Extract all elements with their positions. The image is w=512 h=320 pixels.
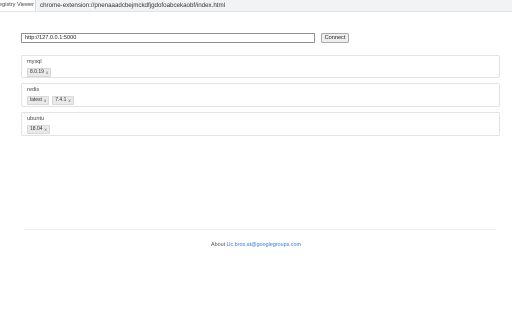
tag-label: latest [30, 97, 42, 103]
remove-tag-icon[interactable]: x [44, 97, 46, 104]
registry-viewer-page: egistry Viewer chrome-extension://pnenaa… [0, 0, 512, 320]
tag-chip[interactable]: 7.4.1 x [52, 96, 74, 105]
tag-label: 7.4.1 [55, 97, 67, 103]
tag-list: 8.0.19 x [27, 68, 52, 77]
tag-chip[interactable]: 8.0.19 x [27, 68, 52, 77]
tag-chip[interactable]: latest x [27, 96, 50, 105]
repository-card-redis: redis latest x 7.4.1 x [21, 83, 500, 107]
browser-address-strip: egistry Viewer chrome-extension://pnenaa… [0, 0, 512, 12]
repository-card-ubuntu: ubuntu 18.04 x [21, 112, 500, 136]
tag-label: 18.04 [30, 126, 43, 132]
address-bar-url[interactable]: chrome-extension://pnenaaadcbejmckdfjgdo… [40, 0, 225, 11]
footer-divider [24, 229, 496, 230]
footer: About Uc.bros.at@googlegroups.com [0, 242, 512, 248]
remove-tag-icon[interactable]: x [46, 69, 48, 76]
browser-tab[interactable]: egistry Viewer [0, 0, 36, 11]
registry-url-input[interactable] [21, 33, 315, 43]
repository-name: redis [27, 87, 40, 93]
tag-chip[interactable]: 18.04 x [27, 125, 50, 134]
footer-about-label: About [211, 242, 226, 248]
remove-tag-icon[interactable]: x [45, 126, 47, 133]
repository-name: ubuntu [27, 116, 45, 122]
tag-list: 18.04 x [27, 125, 50, 134]
author-email-link[interactable]: Uc.bros.at@googlegroups.com [227, 242, 301, 248]
remove-tag-icon[interactable]: x [68, 97, 70, 104]
repository-card-mysql: mysql 8.0.19 x [21, 55, 500, 78]
connect-button[interactable]: Connect [321, 33, 349, 43]
tag-label: 8.0.19 [30, 69, 44, 75]
tag-list: latest x 7.4.1 x [27, 96, 74, 105]
repository-name: mysql [27, 59, 42, 65]
